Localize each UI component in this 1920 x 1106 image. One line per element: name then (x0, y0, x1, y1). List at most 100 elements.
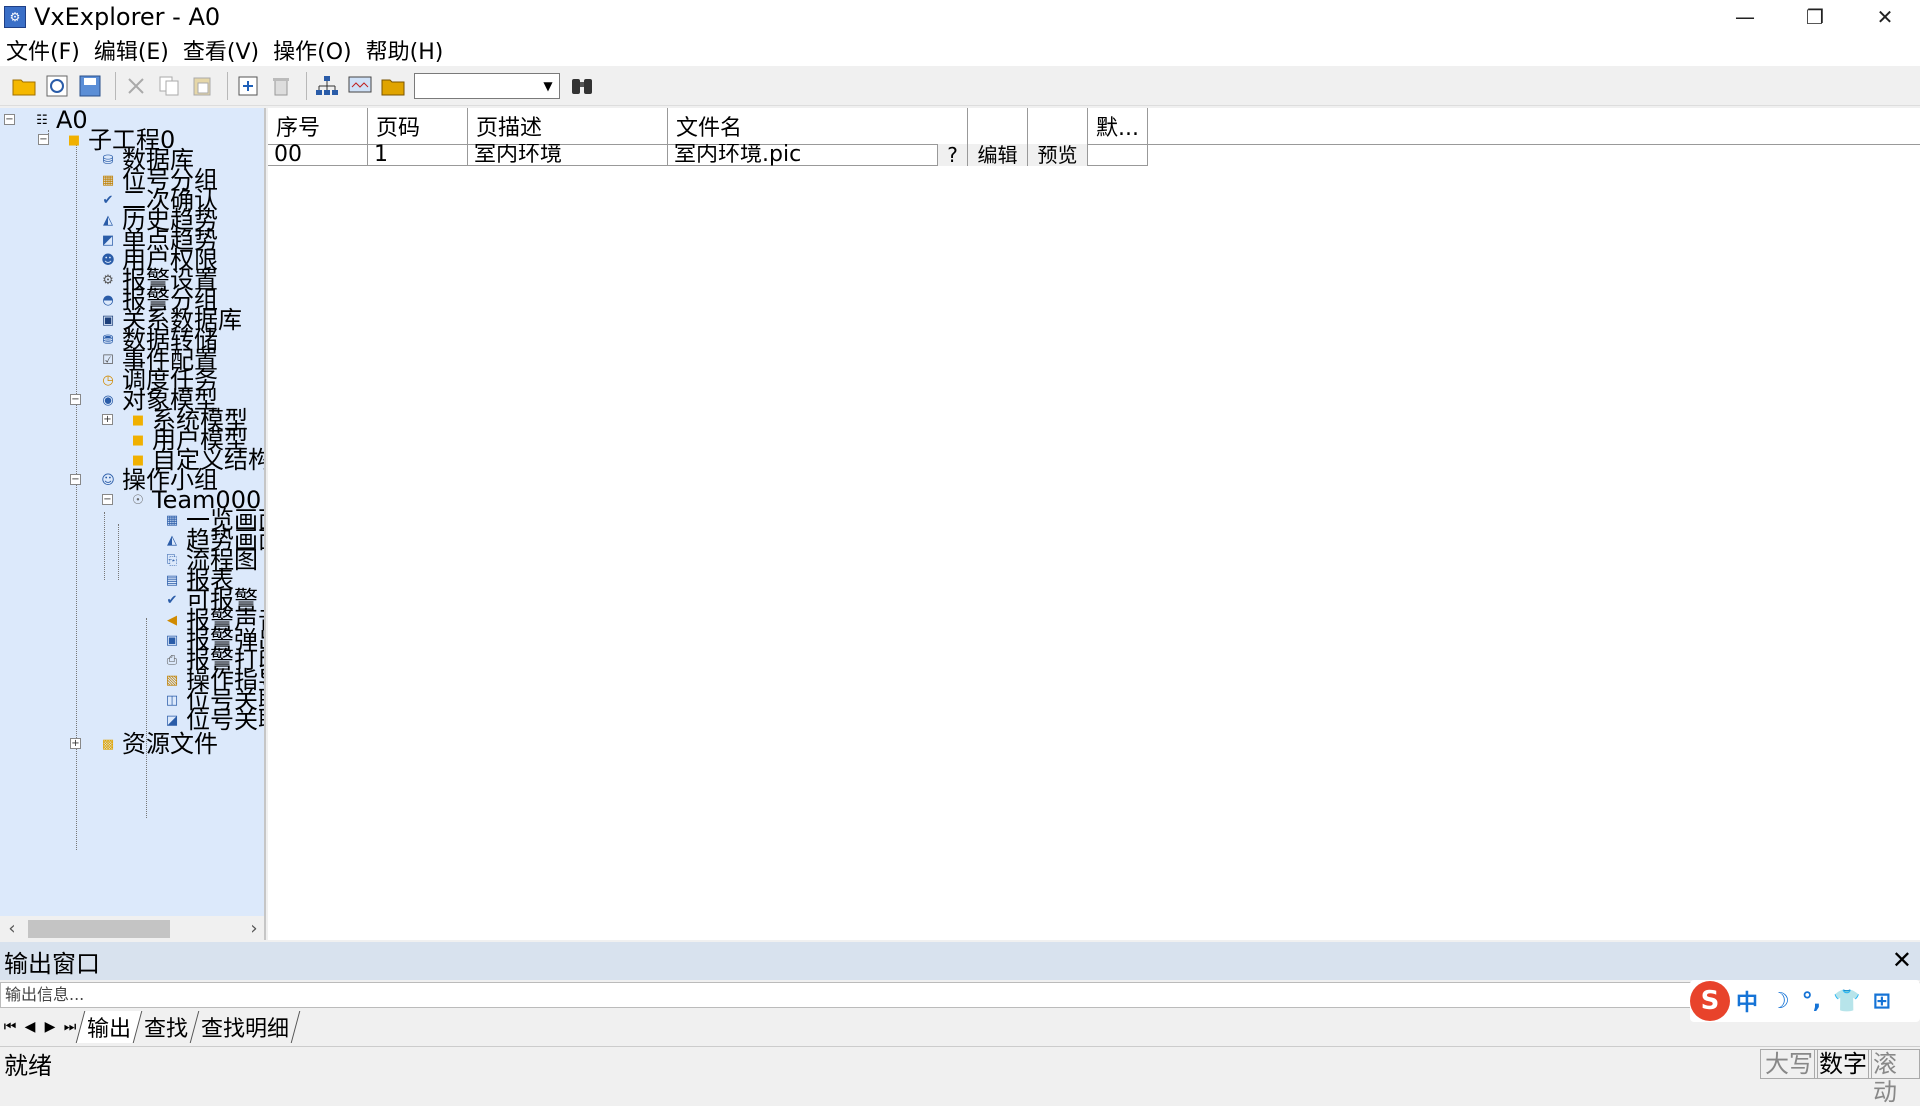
column-header-preview[interactable] (1028, 108, 1088, 144)
scrollbar-thumb[interactable] (28, 920, 170, 938)
chevron-down-icon[interactable]: ▼ (537, 74, 559, 98)
column-header-seq[interactable]: 序号 (268, 108, 368, 144)
tree-expander[interactable]: − (4, 114, 15, 125)
tree-expander[interactable]: + (102, 414, 113, 425)
output-title-bar: 输出窗口 ✕ (0, 942, 1920, 980)
speaker-icon: ◀ (167, 612, 177, 628)
output-text-box[interactable]: 输出信息... (0, 982, 1920, 1008)
app-icon: ⚙ (4, 6, 26, 28)
tree-icon[interactable] (313, 72, 341, 100)
toolbar-combo[interactable]: ▼ (414, 72, 560, 99)
column-header-edit[interactable] (968, 108, 1028, 144)
menu-edit[interactable]: 编辑(E) (94, 34, 169, 66)
ime-logo[interactable]: S (1690, 981, 1730, 1021)
scroll-left-icon[interactable]: ‹ (0, 918, 24, 939)
copy-icon[interactable] (155, 72, 183, 100)
next-tab-icon[interactable]: ▶ (40, 1019, 60, 1035)
tree-expander[interactable]: − (70, 474, 81, 485)
cut-icon[interactable] (122, 72, 150, 100)
paste-icon[interactable] (188, 72, 216, 100)
table-row[interactable]: 00 1 室内环境 室内环境.pic ? 编辑 预览 (268, 144, 1148, 166)
cell-seq[interactable]: 00 (268, 144, 368, 166)
refresh-icon[interactable] (43, 72, 71, 100)
resource-icon: ▩ (101, 736, 115, 752)
cell-file[interactable]: 室内环境.pic (668, 144, 938, 166)
cell-page[interactable]: 1 (368, 144, 468, 166)
tree-expander[interactable]: + (70, 738, 81, 749)
cell-desc[interactable]: 室内环境 (468, 144, 668, 166)
monitor-icon[interactable] (346, 72, 374, 100)
minimize-button[interactable]: — (1710, 0, 1780, 34)
tree-horizontal-scrollbar[interactable]: ‹ › (0, 916, 264, 940)
status-bar: 就绪 大写 数字 滚动 (0, 1046, 1920, 1106)
prev-tab-icon[interactable]: ◀ (20, 1019, 40, 1035)
restore-button[interactable]: ❐ (1780, 0, 1850, 34)
check-circle-icon: ✔ (166, 592, 178, 608)
close-icon[interactable]: ✕ (1892, 946, 1912, 974)
toolbar-separator (306, 71, 307, 100)
project-tree: − ☷ A0 − ■ 子工程0 ⛁ 数据库 ▦ 位号分组 ✔ 二次确认 ◭ 历史趋势 ◩… (0, 108, 266, 940)
skin-icon[interactable]: 👕 (1833, 989, 1860, 1014)
caps-indicator: 大写 (1760, 1049, 1818, 1079)
menu-view[interactable]: 查看(V) (183, 34, 259, 66)
scroll-right-icon[interactable]: › (242, 918, 264, 939)
delete-icon[interactable] (267, 72, 295, 100)
tree-expander[interactable]: − (38, 134, 49, 145)
toolbox-icon[interactable]: ⊞ (1873, 989, 1891, 1014)
team-icon: ☉ (132, 492, 144, 508)
close-button[interactable]: ✕ (1850, 0, 1920, 34)
edit-button[interactable]: 编辑 (968, 144, 1028, 166)
database-icon: ⛁ (102, 152, 114, 168)
menu-file[interactable]: 文件(F) (6, 34, 80, 66)
output-window: 输出窗口 ✕ 输出信息... ⏮ ◀ ▶ ⏭ 输出 查找 查找明细 (0, 942, 1920, 1043)
first-tab-icon[interactable]: ⏮ (0, 1019, 20, 1035)
tab-output[interactable]: 输出 (75, 1011, 142, 1043)
binoculars-icon[interactable] (568, 72, 596, 100)
tree-root[interactable]: ☷ A0 (34, 108, 88, 132)
open-folder-icon[interactable] (10, 72, 38, 100)
guide-icon: ▧ (165, 672, 179, 688)
tree-expander[interactable]: − (102, 494, 113, 505)
tag-group-icon: ▦ (101, 172, 115, 188)
column-header-default[interactable]: 默... (1088, 108, 1148, 144)
ime-chinese-mode[interactable]: 中 (1736, 985, 1758, 1017)
toolbar-separator (227, 71, 228, 100)
add-icon[interactable] (234, 72, 262, 100)
tree-guide-line (104, 512, 105, 580)
column-header-page[interactable]: 页码 (368, 108, 468, 144)
link-icon: ◪ (165, 712, 179, 728)
browse-file-button[interactable]: ? (938, 144, 968, 166)
database-icon: ▣ (101, 312, 115, 328)
tree-item-tag-link-2[interactable]: ◪ 位号关联 (164, 708, 264, 732)
moon-icon[interactable]: ☽ (1770, 989, 1790, 1014)
tree-root-icon: ☷ (36, 112, 48, 128)
title-bar: ⚙ VxExplorer - A0 — ❐ ✕ (0, 0, 1920, 34)
user-icon: ☻ (101, 252, 115, 268)
preview-button[interactable]: 预览 (1028, 144, 1088, 166)
object-model-icon: ◉ (102, 392, 114, 408)
menu-operate[interactable]: 操作(O) (273, 34, 351, 66)
trend-icon: ◭ (167, 532, 177, 548)
folder-icon[interactable] (379, 72, 407, 100)
save-icon[interactable] (76, 72, 104, 100)
popup-icon: ▣ (165, 632, 179, 648)
folder-icon: ■ (67, 132, 81, 148)
tree-item-resources[interactable]: ▩ 资源文件 (100, 732, 218, 756)
punctuation-icon[interactable]: °, (1802, 989, 1821, 1014)
alarm-group-icon: ◓ (102, 292, 114, 308)
tab-find-detail[interactable]: 查找明细 (189, 1011, 301, 1043)
column-header-file[interactable]: 文件名 (668, 108, 968, 144)
toolbar-separator (115, 71, 116, 100)
output-title: 输出窗口 (4, 949, 100, 978)
flowchart-icon: ⎘ (166, 552, 178, 568)
last-tab-icon[interactable]: ⏭ (60, 1019, 80, 1035)
menu-bar: 文件(F) 编辑(E) 查看(V) 操作(O) 帮助(H) (0, 34, 1920, 66)
tree-expander[interactable]: − (70, 394, 81, 405)
cell-default[interactable] (1088, 144, 1148, 166)
team-group-icon: ☺ (101, 472, 115, 488)
trend-icon: ◭ (103, 212, 113, 228)
window-title: VxExplorer - A0 (34, 3, 221, 31)
column-header-desc[interactable]: 页描述 (468, 108, 668, 144)
tab-find[interactable]: 查找 (132, 1011, 199, 1043)
menu-help[interactable]: 帮助(H) (366, 34, 444, 66)
